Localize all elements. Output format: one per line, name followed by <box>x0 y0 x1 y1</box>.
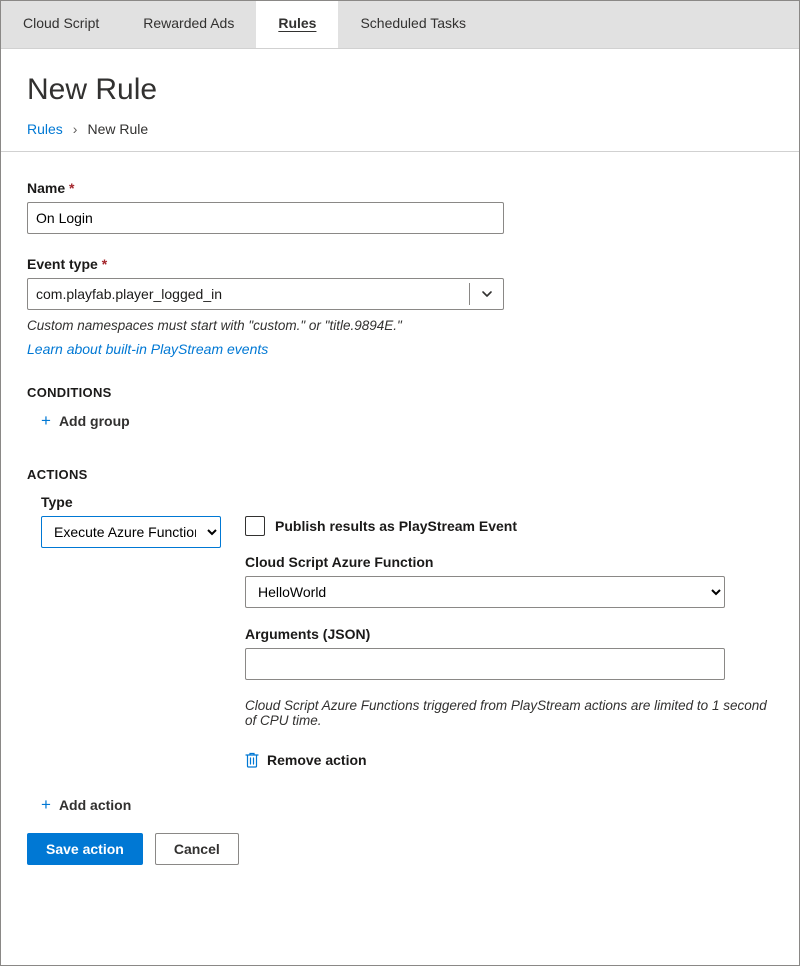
required-asterisk: * <box>102 256 107 272</box>
actions-heading: ACTIONS <box>27 467 773 482</box>
trash-icon <box>245 752 259 768</box>
required-asterisk: * <box>69 180 74 196</box>
event-type-label: Event type * <box>27 256 773 272</box>
learn-events-link[interactable]: Learn about built-in PlayStream events <box>27 341 268 357</box>
name-input[interactable] <box>27 202 504 234</box>
remove-action-button[interactable]: Remove action <box>245 752 773 768</box>
conditions-heading: CONDITIONS <box>27 385 773 400</box>
tab-rules[interactable]: Rules <box>256 1 338 48</box>
action-block: Type Execute Azure Function Publish resu… <box>27 494 773 768</box>
page-header: New Rule Rules › New Rule <box>1 49 799 152</box>
name-label: Name * <box>27 180 773 196</box>
add-group-button[interactable]: + Add group <box>27 412 773 429</box>
azure-function-label: Cloud Script Azure Function <box>245 554 773 570</box>
field-event-type: Event type * com.playfab.player_logged_i… <box>27 256 773 357</box>
azure-function-select[interactable]: HelloWorld <box>245 576 725 608</box>
add-group-label: Add group <box>59 413 130 429</box>
add-action-wrap: + Add action <box>27 796 773 813</box>
tab-rewarded-ads[interactable]: Rewarded Ads <box>121 1 256 48</box>
publish-checkbox-row: Publish results as PlayStream Event <box>245 516 773 536</box>
add-action-button[interactable]: + Add action <box>27 796 773 813</box>
remove-action-label: Remove action <box>267 752 367 768</box>
field-name: Name * <box>27 180 773 234</box>
publish-checkbox[interactable] <box>245 516 265 536</box>
footer-buttons: Save action Cancel <box>1 833 799 889</box>
tab-cloud-script[interactable]: Cloud Script <box>1 1 121 48</box>
cancel-button[interactable]: Cancel <box>155 833 239 865</box>
arguments-input[interactable] <box>245 648 725 680</box>
tab-bar: Cloud Script Rewarded Ads Rules Schedule… <box>1 1 799 49</box>
event-type-combobox[interactable]: com.playfab.player_logged_in <box>27 278 504 310</box>
arguments-label: Arguments (JSON) <box>245 626 773 642</box>
breadcrumb-current: New Rule <box>87 121 148 137</box>
page-title: New Rule <box>27 73 773 107</box>
chevron-right-icon: › <box>73 121 78 137</box>
chevron-down-icon <box>469 283 503 305</box>
plus-icon: + <box>41 796 51 813</box>
breadcrumb-root-link[interactable]: Rules <box>27 121 63 137</box>
publish-checkbox-label: Publish results as PlayStream Event <box>275 518 517 534</box>
field-azure-function: Cloud Script Azure Function HelloWorld <box>245 554 773 608</box>
add-action-label: Add action <box>59 797 131 813</box>
breadcrumb: Rules › New Rule <box>27 121 773 137</box>
action-type-select[interactable]: Execute Azure Function <box>41 516 221 548</box>
event-type-hint: Custom namespaces must start with "custo… <box>27 318 773 333</box>
action-note: Cloud Script Azure Functions triggered f… <box>245 698 773 728</box>
plus-icon: + <box>41 412 51 429</box>
type-label: Type <box>41 494 221 510</box>
event-type-value: com.playfab.player_logged_in <box>36 286 222 302</box>
field-arguments: Arguments (JSON) <box>245 626 773 680</box>
tab-scheduled-tasks[interactable]: Scheduled Tasks <box>338 1 488 48</box>
action-details-column: Publish results as PlayStream Event Clou… <box>245 494 773 768</box>
save-button[interactable]: Save action <box>27 833 143 865</box>
action-type-column: Type Execute Azure Function <box>41 494 221 768</box>
form-area: Name * Event type * com.playfab.player_l… <box>1 152 799 833</box>
